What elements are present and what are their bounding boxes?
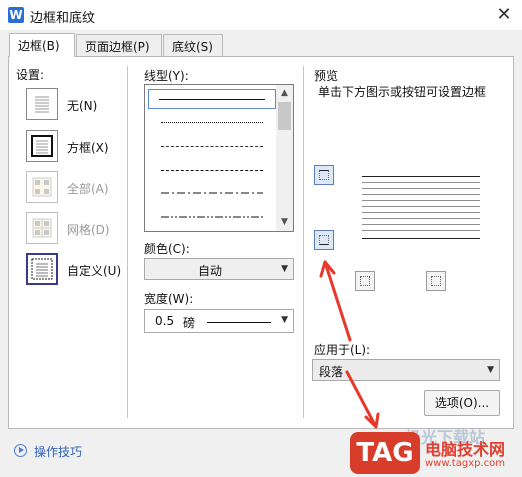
watermark-url: www.tagxp.com: [425, 458, 505, 469]
annotation-arrow-down: [345, 370, 378, 429]
watermark-site-name: 电脑技术网: [425, 440, 506, 459]
tab-border[interactable]: 边框(B): [9, 33, 75, 57]
annotation-arrows: [319, 260, 380, 429]
annotation-arrow-up: [323, 260, 352, 342]
tag-logo: TAG: [350, 432, 420, 474]
